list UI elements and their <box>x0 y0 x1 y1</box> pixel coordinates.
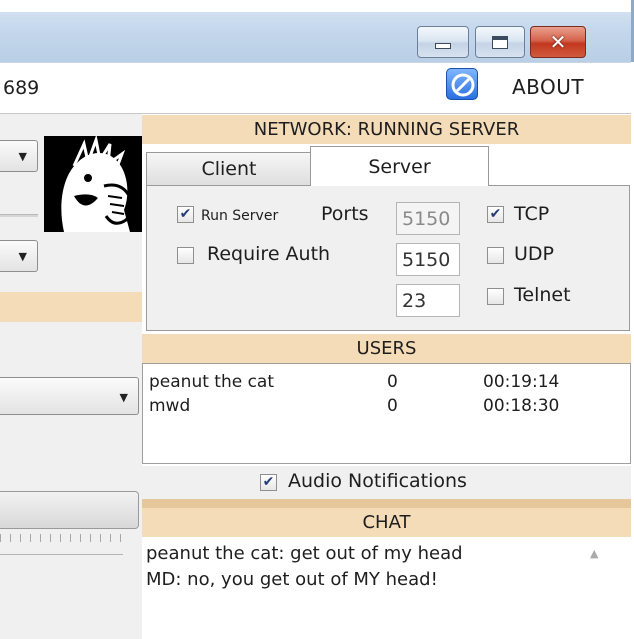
counter-text: 689 <box>3 77 40 99</box>
user-name: peanut the cat <box>149 372 275 392</box>
run-server-checkbox[interactable]: ✔ <box>177 206 194 223</box>
list-item[interactable]: peanut the cat 0 00:19:14 <box>149 372 629 396</box>
telnet-label: Telnet <box>514 284 571 306</box>
udp-checkbox[interactable] <box>487 247 504 264</box>
tab-server[interactable]: Server <box>310 146 489 186</box>
chat-log[interactable]: peanut the cat: get out of my head MD: n… <box>142 537 631 639</box>
network-header: NETWORK: RUNNING SERVER <box>142 115 631 144</box>
users-header: USERS <box>142 334 631 363</box>
user-time: 00:19:14 <box>483 372 560 392</box>
tab-client[interactable]: Client <box>146 152 312 186</box>
run-server-label: Run Server <box>201 208 279 224</box>
telnet-port-field[interactable]: 23 <box>396 284 460 317</box>
close-icon: ✕ <box>549 30 567 54</box>
chevron-down-icon: ▼ <box>18 250 27 263</box>
chevron-down-icon: ▼ <box>18 150 27 163</box>
maximize-button[interactable] <box>475 26 525 58</box>
left-slider[interactable] <box>0 214 38 217</box>
user-time: 00:18:30 <box>483 396 560 416</box>
check-icon: ✔ <box>489 206 502 222</box>
udp-label: UDP <box>514 243 554 265</box>
chat-message: MD: no, you get out of MY head! <box>146 569 438 590</box>
left-button[interactable] <box>0 491 139 529</box>
server-tab-content: ✔ Run Server Ports Require Auth 5150 515… <box>146 185 630 331</box>
splitter[interactable] <box>142 499 631 508</box>
left-panel: ▼ ▼ ▼ <box>0 114 142 639</box>
left-slider-track[interactable] <box>0 554 123 555</box>
tcp-label: TCP <box>514 203 550 225</box>
require-auth-label: Require Auth <box>207 243 331 265</box>
chevron-down-icon: ▼ <box>119 391 128 404</box>
list-item[interactable]: mwd 0 00:18:30 <box>149 396 629 420</box>
left-dropdown-1[interactable]: ▼ <box>0 140 38 172</box>
left-dropdown-2[interactable]: ▼ <box>0 240 38 272</box>
audio-notifications-row: ✔ Audio Notifications <box>142 466 631 499</box>
user-count: 0 <box>387 396 398 416</box>
minimize-button[interactable] <box>417 26 469 58</box>
about-button[interactable]: ABOUT <box>512 75 584 99</box>
tcp-port-field[interactable]: 5150 <box>396 202 460 235</box>
avatar <box>44 136 142 232</box>
close-button[interactable]: ✕ <box>530 26 586 58</box>
users-list[interactable]: peanut the cat 0 00:19:14 mwd 0 00:18:30 <box>142 363 631 464</box>
maximize-icon <box>492 35 508 49</box>
scroll-up-icon[interactable]: ▲ <box>590 547 598 560</box>
chat-header: CHAT <box>142 508 631 537</box>
tcp-checkbox[interactable]: ✔ <box>487 206 504 223</box>
minimize-icon <box>435 43 451 49</box>
udp-port-field[interactable]: 5150 <box>396 243 460 276</box>
title-bar: ✕ <box>0 0 634 62</box>
compass-icon[interactable] <box>446 68 478 100</box>
check-icon: ✔ <box>179 206 192 222</box>
user-count: 0 <box>387 372 398 392</box>
slider-ticks <box>0 534 128 542</box>
user-name: mwd <box>149 396 191 416</box>
audio-notifications-label: Audio Notifications <box>288 470 467 492</box>
left-section-header <box>0 292 142 322</box>
check-icon: ✔ <box>262 474 275 490</box>
ports-label: Ports <box>321 203 369 225</box>
network-tabs: Client Server ✔ Run Server Ports Require… <box>142 144 631 331</box>
telnet-checkbox[interactable] <box>487 288 504 305</box>
chat-message: peanut the cat: get out of my head <box>146 543 463 564</box>
audio-notifications-checkbox[interactable]: ✔ <box>260 474 277 491</box>
require-auth-checkbox[interactable] <box>177 247 194 264</box>
left-dropdown-3[interactable]: ▼ <box>0 377 139 415</box>
